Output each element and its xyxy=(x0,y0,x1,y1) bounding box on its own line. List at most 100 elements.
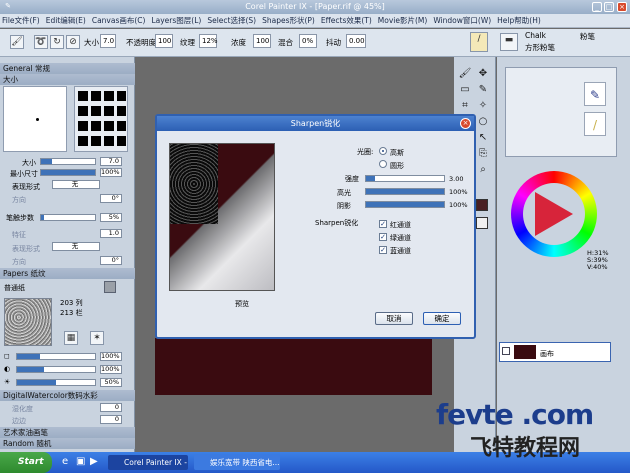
cancel-button[interactable]: 取消 xyxy=(375,312,413,325)
layer-row[interactable]: 画布 xyxy=(499,342,611,362)
expression-select[interactable]: 无 xyxy=(52,180,100,189)
menu-effects[interactable]: Effects效果(T) xyxy=(321,14,372,27)
minimize-button[interactable]: _ xyxy=(592,2,602,12)
green-channel-label[interactable]: 绿通道 xyxy=(390,233,411,243)
dialog-close-button[interactable]: × xyxy=(460,118,471,129)
highlight-slider[interactable] xyxy=(365,188,445,195)
chalk-variant-icon[interactable]: / xyxy=(584,112,606,136)
size-field[interactable]: 7.0 xyxy=(100,34,116,48)
paper-contrast-slider[interactable] xyxy=(16,366,96,373)
preview-image[interactable] xyxy=(169,143,275,291)
jitter-field[interactable]: 0.00 xyxy=(346,34,366,48)
shadow-slider[interactable] xyxy=(365,201,445,208)
clear-icon[interactable]: ⊘ xyxy=(66,35,80,49)
menu-help[interactable]: Help帮助(H) xyxy=(497,14,541,27)
paper-color-swatch[interactable] xyxy=(476,217,488,229)
aperture-circular-radio[interactable] xyxy=(379,160,387,168)
min-size-slider[interactable] xyxy=(40,169,96,176)
color-triangle[interactable] xyxy=(535,192,573,236)
layer-name[interactable]: 画布 xyxy=(540,349,554,359)
crop-icon[interactable]: ⌗ xyxy=(458,99,472,113)
wet-value[interactable]: 0 xyxy=(100,403,122,412)
blue-channel-checkbox[interactable]: ✓ xyxy=(379,246,387,254)
brush-tool-icon[interactable]: 🖌 xyxy=(458,67,472,81)
quicklaunch-ie-icon[interactable]: e xyxy=(62,456,68,467)
direction2-value[interactable]: 0° xyxy=(100,256,122,265)
paper-brightness-slider[interactable] xyxy=(16,379,96,386)
main-color-swatch[interactable] xyxy=(476,199,488,211)
invert-paper-icon[interactable]: ▦ xyxy=(64,331,78,345)
min-size-value[interactable]: 100% xyxy=(100,168,122,177)
menu-select[interactable]: Select选择(S) xyxy=(207,14,256,27)
lasso-icon[interactable]: ➰ xyxy=(34,35,48,49)
dab-type-grid[interactable] xyxy=(74,86,128,152)
papers-header[interactable]: Papers 纸纹 xyxy=(0,268,135,279)
bleed-field[interactable]: 0% xyxy=(299,34,317,48)
paper-scale-slider[interactable] xyxy=(16,353,96,360)
menu-layers[interactable]: Layers图层(L) xyxy=(151,14,201,27)
maximize-button[interactable]: □ xyxy=(604,2,614,12)
rotate-icon[interactable]: ↻ xyxy=(50,35,64,49)
menu-file[interactable]: File文件(F) xyxy=(2,14,40,27)
size-slider[interactable] xyxy=(40,158,96,165)
brush-variant-list[interactable]: ✎ / xyxy=(505,67,617,157)
general-header[interactable]: General 常规 xyxy=(0,63,135,74)
color-wheel[interactable] xyxy=(511,171,597,257)
magnifier-icon[interactable]: ⌕ xyxy=(476,163,490,177)
direction-value[interactable]: 0° xyxy=(100,194,122,203)
close-button[interactable]: × xyxy=(617,2,627,12)
edge-value[interactable]: 0 xyxy=(100,415,122,424)
ok-button[interactable]: 确定 xyxy=(423,312,461,325)
rectangle-select-icon[interactable]: ▭ xyxy=(458,83,472,97)
start-button[interactable]: Start xyxy=(0,452,52,473)
menu-canvas[interactable]: Canvas画布(C) xyxy=(92,14,146,27)
green-channel-checkbox[interactable]: ✓ xyxy=(379,233,387,241)
magic-wand-icon[interactable]: ✧ xyxy=(476,99,490,113)
dropper-icon[interactable]: ✎ xyxy=(476,83,490,97)
dab-row[interactable] xyxy=(78,121,126,131)
brush-step-value[interactable]: 5% xyxy=(100,213,122,222)
feature-value[interactable]: 1.0 xyxy=(100,229,122,238)
brush-icon[interactable]: 🖌 xyxy=(10,35,24,49)
menu-edit[interactable]: Edit编辑(E) xyxy=(46,14,86,27)
layer-adjuster-icon[interactable]: ✥ xyxy=(476,67,490,81)
digital-watercolor-header[interactable]: DigitalWatercolor数码水彩 xyxy=(0,390,135,401)
quicklaunch-media-icon[interactable]: ▶ xyxy=(90,456,98,467)
paper-contrast-value[interactable]: 100% xyxy=(100,365,122,374)
artists-oil-header[interactable]: 艺术家油画笔 xyxy=(0,427,135,438)
paper-options-icon[interactable]: ✶ xyxy=(90,331,104,345)
paper-scale-value[interactable]: 100% xyxy=(100,352,122,361)
aperture-gaussian-radio[interactable] xyxy=(379,147,387,155)
red-channel-checkbox[interactable]: ✓ xyxy=(379,220,387,228)
opacity-field[interactable]: 100 xyxy=(155,34,173,48)
shape-icon[interactable]: ○ xyxy=(476,115,490,129)
brush-step-slider[interactable] xyxy=(40,214,96,221)
random-header[interactable]: Random 随机 xyxy=(0,438,135,449)
aperture-circular-label[interactable]: 圆形 xyxy=(390,161,404,171)
shape-select-icon[interactable]: ↖ xyxy=(476,131,490,145)
amount-slider[interactable] xyxy=(365,175,445,182)
dab-row[interactable] xyxy=(78,136,126,146)
size-value[interactable]: 7.0 xyxy=(100,157,122,166)
menu-shapes[interactable]: Shapes形状(P) xyxy=(262,14,315,27)
paper-brightness-value[interactable]: 50% xyxy=(100,378,122,387)
brush-category-icon[interactable]: ▬ xyxy=(500,33,518,51)
resat-field[interactable]: 100 xyxy=(253,34,271,48)
brush-variant-icon[interactable]: ✎ xyxy=(584,82,606,106)
blue-channel-label[interactable]: 蓝通道 xyxy=(390,246,411,256)
brush-variant[interactable]: 方形粉笔 xyxy=(525,42,555,53)
dab-row[interactable] xyxy=(78,91,126,101)
aperture-gaussian-label[interactable]: 高斯 xyxy=(390,148,404,158)
expression2-select[interactable]: 无 xyxy=(52,242,100,251)
chalk-brush-icon[interactable]: / xyxy=(470,32,488,52)
visibility-icon[interactable] xyxy=(502,347,510,355)
brush-category[interactable]: Chalk xyxy=(525,31,546,40)
red-channel-label[interactable]: 红通道 xyxy=(390,220,411,230)
task-browser[interactable]: 娱乐宽带 陕西省电... xyxy=(194,455,280,470)
size-header[interactable]: 大小 xyxy=(0,74,135,85)
clone-icon[interactable]: ⎘ xyxy=(476,147,490,161)
document-canvas[interactable] xyxy=(155,338,432,395)
task-painter[interactable]: Corel Painter IX - [Pap... xyxy=(108,455,188,470)
menu-window[interactable]: Window窗口(W) xyxy=(433,14,491,27)
quicklaunch-desktop-icon[interactable]: ▣ xyxy=(76,456,85,467)
